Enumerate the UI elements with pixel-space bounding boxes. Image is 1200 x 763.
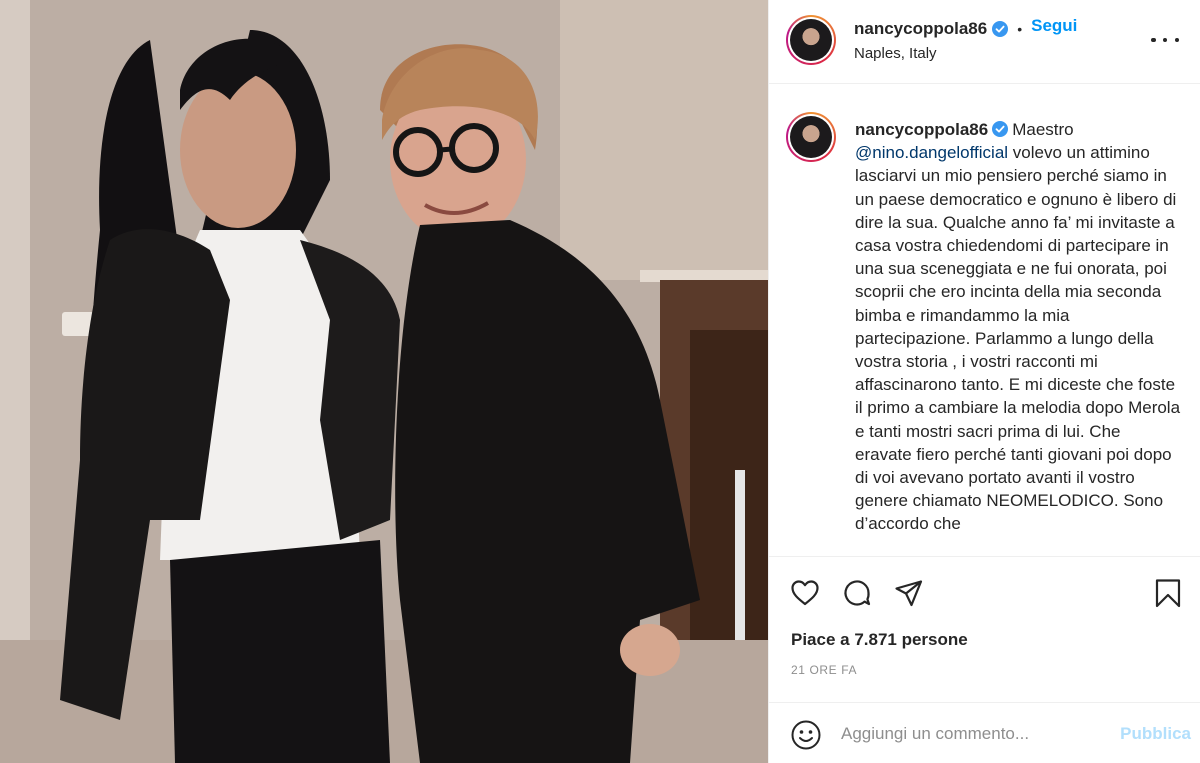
comment-box: Pubblica: [769, 702, 1200, 763]
author-avatar[interactable]: [786, 15, 836, 65]
bookmark-icon[interactable]: [1152, 577, 1184, 609]
author-username[interactable]: nancycoppola86: [854, 19, 987, 39]
comments-area[interactable]: nancycoppola86 Maestro @nino.dangeloffici…: [769, 85, 1200, 555]
paper-plane-icon[interactable]: [893, 577, 925, 609]
caption-username[interactable]: nancycoppola86: [855, 120, 988, 139]
publish-button[interactable]: Pubblica: [1120, 724, 1191, 744]
emoji-icon[interactable]: [790, 719, 822, 751]
post-caption: nancycoppola86 Maestro @nino.dangeloffici…: [855, 118, 1181, 536]
caption-text-intro: Maestro: [1012, 120, 1074, 139]
heart-icon[interactable]: [789, 577, 821, 609]
comment-input[interactable]: [841, 721, 1081, 747]
caption-text-body: volevo un attimino lasciarvi un mio pens…: [855, 143, 1181, 534]
post-side-panel: nancycoppola86 • Segui Naples, Italy nan…: [768, 0, 1200, 763]
likes-count[interactable]: Piace a 7.871 persone: [791, 630, 968, 650]
post-timestamp[interactable]: 21 ORE FA: [791, 663, 857, 677]
action-bar: [769, 556, 1200, 626]
separator-dot: •: [1017, 21, 1023, 37]
caption-mention-link[interactable]: @nino.dangelofficial: [855, 143, 1008, 162]
follow-button[interactable]: Segui: [1031, 16, 1077, 36]
post-location[interactable]: Naples, Italy: [854, 45, 937, 62]
comment-icon[interactable]: [841, 577, 873, 609]
post-photo-illustration: [0, 0, 768, 763]
post-photo[interactable]: [0, 0, 768, 763]
verified-badge-icon: [992, 21, 1009, 37]
caption-author-avatar[interactable]: [786, 112, 836, 162]
verified-badge-icon: [992, 121, 1009, 137]
more-options-icon[interactable]: [1151, 28, 1179, 52]
author-line: nancycoppola86 • Segui: [854, 16, 1077, 39]
post-header: nancycoppola86 • Segui Naples, Italy: [769, 0, 1200, 84]
